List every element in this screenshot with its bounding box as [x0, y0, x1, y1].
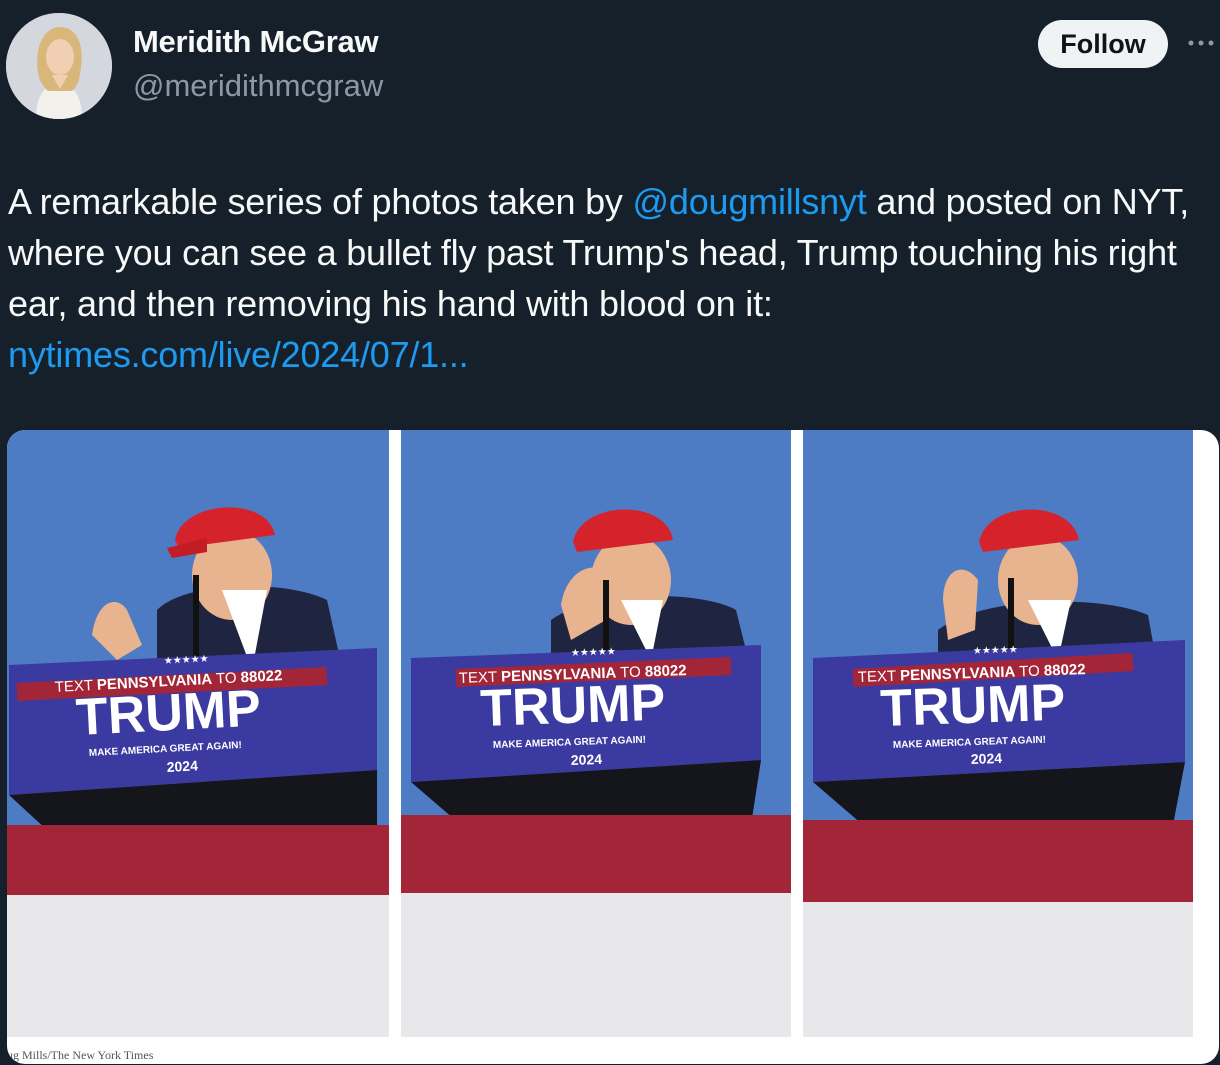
sign-name: TRUMP [879, 674, 1066, 738]
more-dots-icon[interactable] [1186, 36, 1216, 50]
photo-2[interactable]: ★★★★★ TEXT PENNSYLVANIA TO 88022 TRUMP M… [401, 430, 791, 1037]
sign-stars: ★★★★★ [973, 644, 1018, 657]
photo-1[interactable]: ★★★★★ TEXT PENNSYLVANIA TO 88022 TRUMP M… [7, 430, 389, 1037]
sign-year: 2024 [571, 751, 603, 768]
tweet-text-part: A remarkable series of photos taken by [8, 181, 633, 222]
article-link[interactable]: nytimes.com/live/2024/07/1... [8, 334, 469, 375]
follow-button[interactable]: Follow [1038, 20, 1168, 68]
photo-credit: ug Mills/The New York Times [7, 1048, 154, 1062]
sign-stars: ★★★★★ [164, 654, 209, 667]
avatar[interactable] [6, 13, 112, 119]
sign-name: TRUMP [479, 674, 666, 738]
sign-stars: ★★★★★ [571, 646, 616, 659]
sign-name: TRUMP [75, 679, 263, 747]
photo-3[interactable]: ★★★★★ TEXT PENNSYLVANIA TO 88022 TRUMP M… [803, 430, 1193, 1037]
author-handle[interactable]: @meridithmcgraw [133, 68, 383, 104]
author-name[interactable]: Meridith McGraw [133, 24, 379, 60]
sign-year: 2024 [971, 750, 1003, 767]
media-grid[interactable]: ★★★★★ TEXT PENNSYLVANIA TO 88022 TRUMP M… [7, 430, 1219, 1064]
tweet-text: A remarkable series of photos taken by @… [8, 176, 1216, 380]
sign-year: 2024 [166, 757, 198, 775]
mention-link[interactable]: @dougmillsnyt [633, 181, 867, 222]
avatar-photo [6, 13, 112, 119]
